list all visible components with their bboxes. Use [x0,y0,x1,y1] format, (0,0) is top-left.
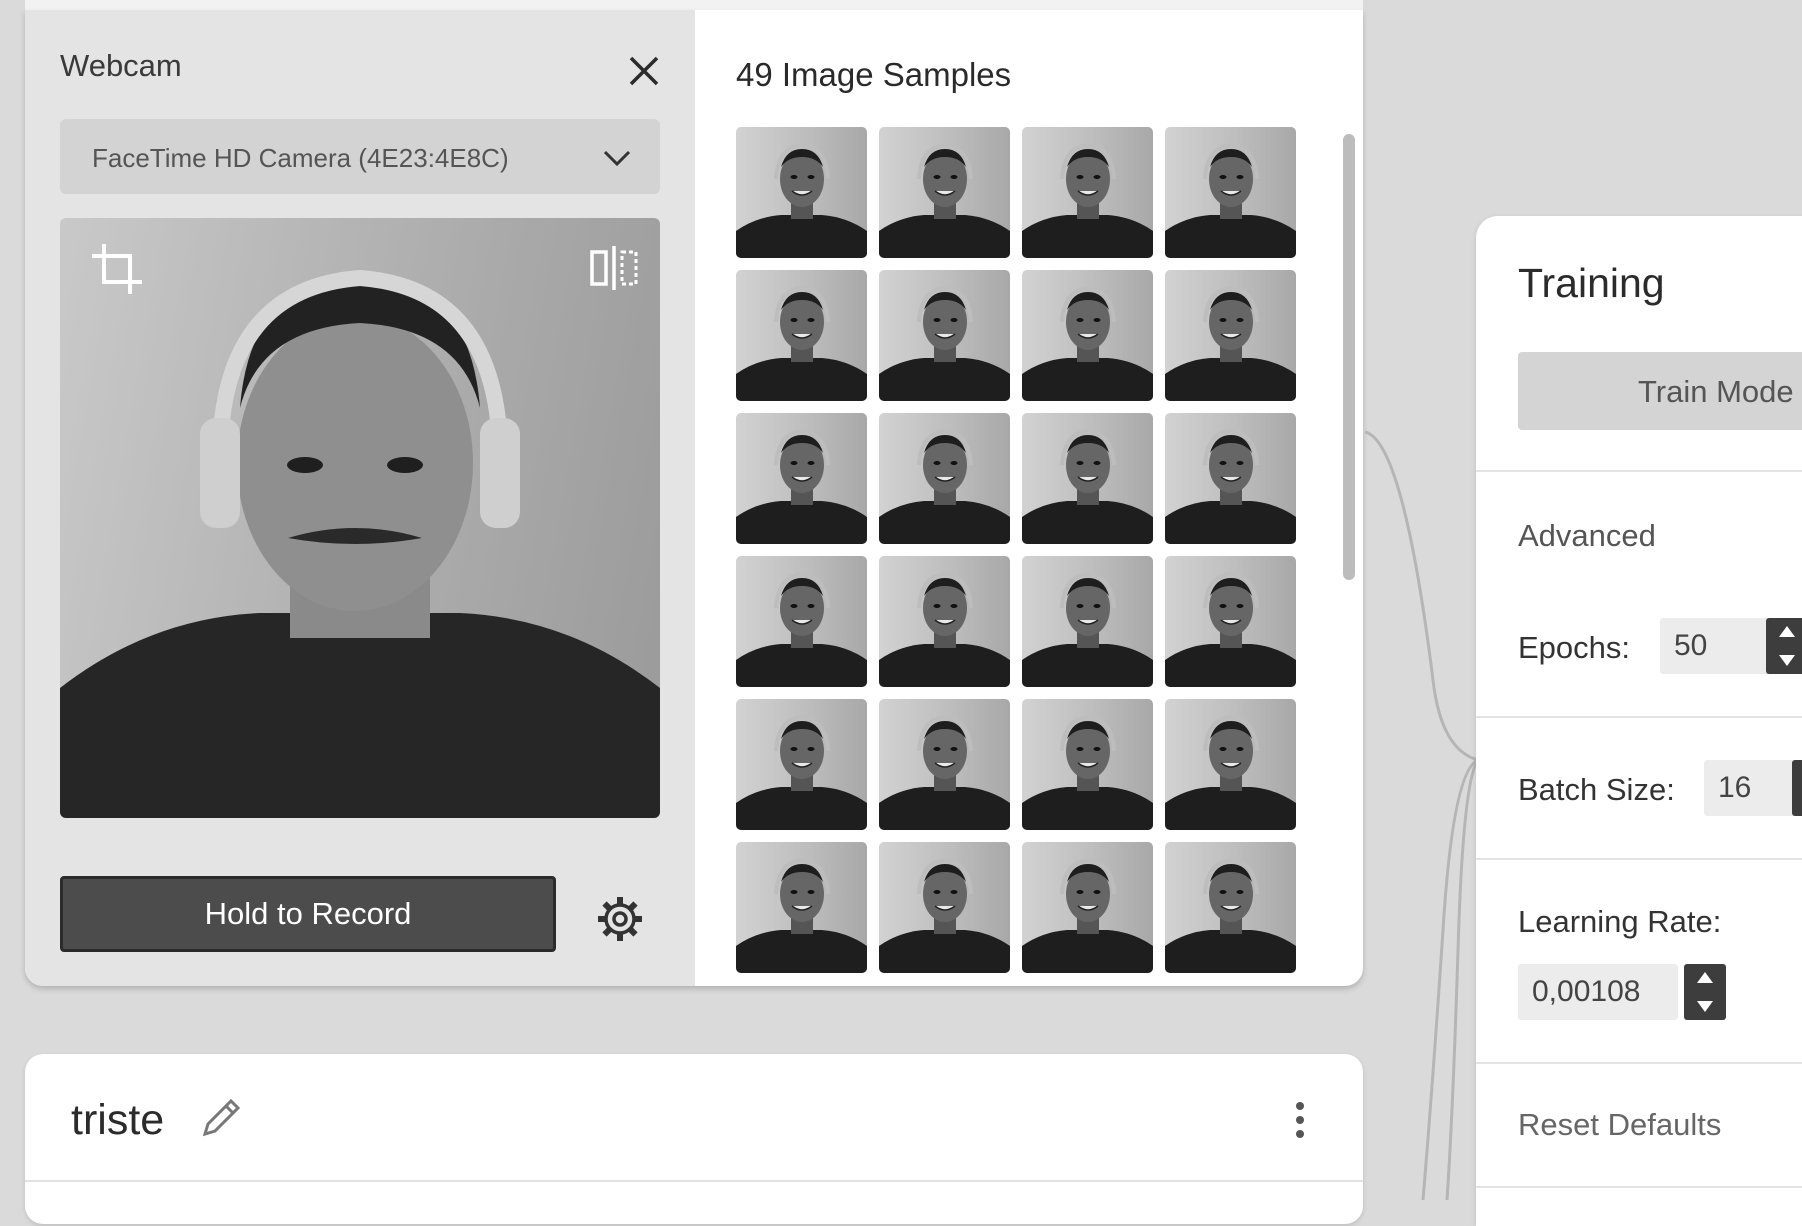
sample-thumbnail[interactable] [736,699,867,830]
camera-select[interactable]: FaceTime HD Camera (4E23:4E8C) [60,119,660,194]
sample-thumbnail[interactable] [879,556,1010,687]
sample-thumbnail[interactable] [1022,270,1153,401]
hold-to-record-button[interactable]: Hold to Record [60,876,556,952]
reset-defaults-button[interactable]: Reset Defaults [1518,1107,1721,1143]
samples-scrollbar[interactable] [1343,134,1355,580]
divider [1476,1062,1802,1064]
sample-thumbnail[interactable] [1022,413,1153,544]
batch-size-input[interactable]: 16 [1704,760,1802,816]
sample-thumbnail[interactable] [1022,842,1153,973]
close-webcam-button[interactable] [619,46,669,96]
record-button-label: Hold to Record [204,896,412,931]
connector-lines [1364,430,1480,1200]
sample-thumbnail[interactable] [879,699,1010,830]
crop-icon[interactable] [88,240,146,298]
sample-thumbnail[interactable] [879,842,1010,973]
sample-thumbnail[interactable] [1022,556,1153,687]
webcam-title: Webcam [60,48,182,83]
sample-thumbnail[interactable] [1022,127,1153,258]
divider [1476,1186,1802,1188]
class-card: triste [25,1054,1363,1224]
training-title: Training [1518,260,1665,306]
card-divider [25,1180,1363,1182]
batch-size-label: Batch Size: [1518,772,1675,807]
sample-thumbnail[interactable] [736,842,867,973]
class-sample-card: Webcam FaceTime HD Camera (4E23:4E8C) Ho… [25,10,1363,986]
sample-thumbnail[interactable] [879,413,1010,544]
sample-thumbnail[interactable] [1022,699,1153,830]
sample-thumbnail[interactable] [736,270,867,401]
batch-size-stepper[interactable] [1792,760,1802,816]
more-options-icon[interactable] [1285,1098,1315,1142]
sample-thumbnail[interactable] [879,127,1010,258]
epochs-label: Epochs: [1518,630,1631,665]
sample-thumbnail[interactable] [736,127,867,258]
sample-thumbnail[interactable] [1165,270,1296,401]
divider [1476,858,1802,860]
learning-rate-label: Learning Rate: [1518,904,1722,939]
learning-rate-input[interactable]: 0,00108 [1518,964,1678,1020]
sample-thumbnail[interactable] [1165,127,1296,258]
class-name: triste [71,1096,165,1144]
training-panel: Training Train Mode Advanced Epochs: 50 … [1476,216,1802,1226]
sample-thumbnail[interactable] [1165,699,1296,830]
epochs-stepper[interactable] [1766,618,1802,674]
divider [1476,716,1802,718]
learning-rate-stepper[interactable] [1684,964,1726,1020]
chevron-down-icon [603,150,631,167]
sample-thumbnail[interactable] [736,413,867,544]
sample-thumbnail[interactable] [879,270,1010,401]
close-icon [629,56,659,86]
train-button-label: Train Mode [1638,374,1794,409]
divider [1476,470,1802,472]
sample-thumbnail[interactable] [736,556,867,687]
train-model-button[interactable]: Train Mode [1518,352,1802,430]
pencil-icon[interactable] [195,1094,245,1144]
sample-thumbnail[interactable] [1165,413,1296,544]
sample-thumbnail[interactable] [1165,556,1296,687]
sample-thumbnail[interactable] [1165,842,1296,973]
advanced-toggle[interactable]: Advanced [1518,518,1656,554]
epochs-input[interactable]: 50 [1660,618,1780,674]
camera-select-value: FaceTime HD Camera (4E23:4E8C) [92,143,509,173]
image-samples-grid [736,127,1306,977]
gear-icon[interactable] [594,893,646,945]
webcam-pane: Webcam FaceTime HD Camera (4E23:4E8C) Ho… [25,10,695,986]
person-silhouette [60,269,660,818]
webcam-preview [60,218,660,818]
image-samples-title: 49 Image Samples [736,56,1012,93]
flip-icon[interactable] [588,242,640,294]
